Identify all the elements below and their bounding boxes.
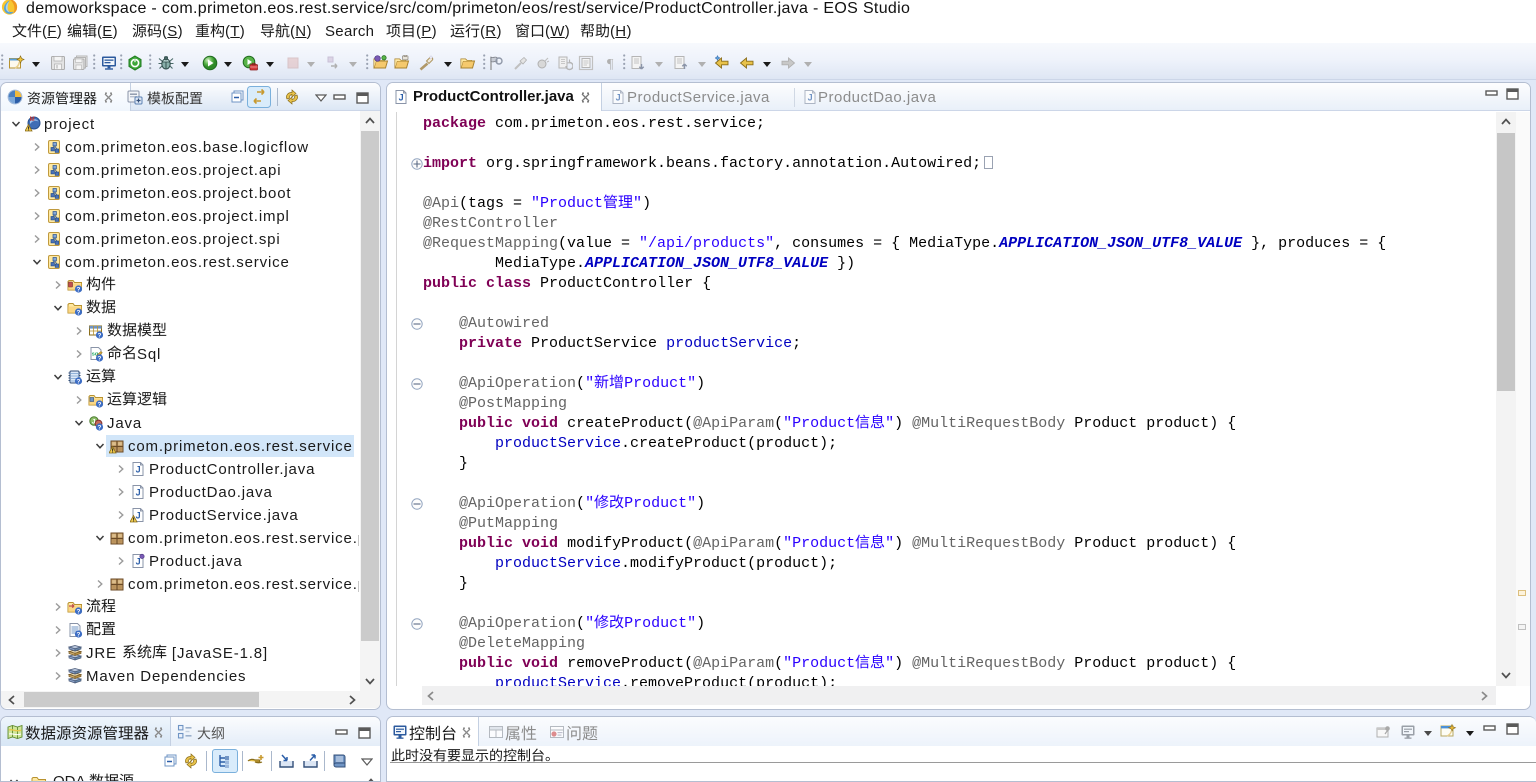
svg-text:?: ? [98, 401, 102, 408]
svg-text:J: J [136, 465, 141, 475]
svg-text:?: ? [77, 608, 81, 615]
svg-text:J: J [136, 488, 141, 498]
svg-text:?: ? [77, 309, 81, 316]
svg-text:J: J [808, 93, 813, 103]
svg-text:J: J [92, 418, 96, 425]
svg-text:M: M [30, 117, 35, 123]
svg-text:?: ? [98, 332, 102, 339]
svg-text:J: J [136, 511, 141, 521]
svg-text:J: J [616, 93, 621, 103]
svg-text:?: ? [98, 355, 102, 362]
svg-text:?: ? [77, 286, 81, 293]
svg-text:?: ? [77, 378, 81, 385]
svg-text:?: ? [77, 631, 81, 638]
svg-text:J: J [136, 557, 141, 567]
svg-text:?: ? [98, 424, 102, 431]
svg-text:¶: ¶ [607, 57, 614, 71]
svg-text:J: J [399, 93, 404, 103]
